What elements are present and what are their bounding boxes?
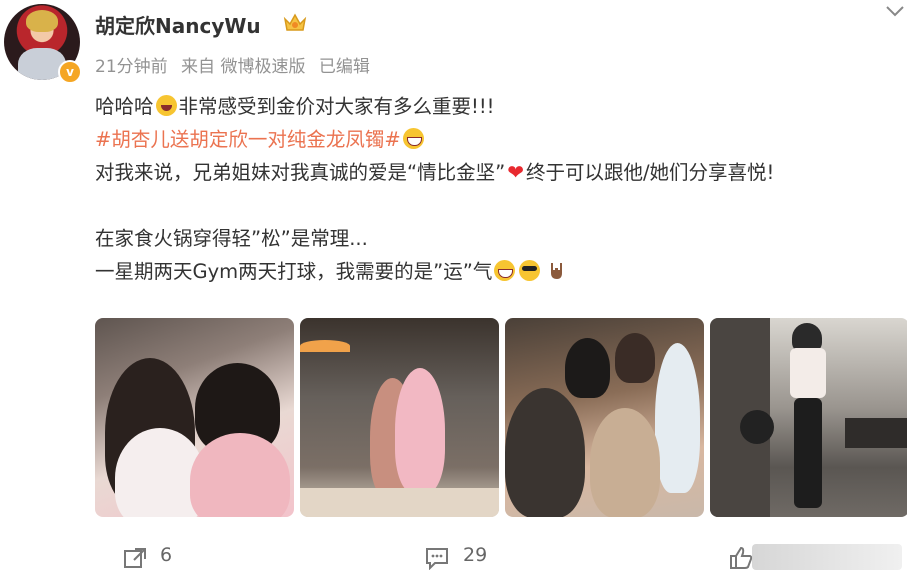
topic-link[interactable]: #胡杏儿送胡定欣一对纯金龙凤镯# (95, 128, 401, 151)
post-footer: 6 29 (0, 530, 907, 577)
post-content: 哈哈哈 非常感受到金价对大家有多么重要!!! #胡杏儿送胡定欣一对纯金龙凤镯# 对… (95, 90, 774, 288)
photo-figure (794, 398, 822, 508)
comment-icon[interactable] (424, 546, 450, 570)
photo-figure (615, 333, 655, 383)
photo-2[interactable] (300, 318, 499, 517)
grin-emoji-icon (494, 260, 516, 281)
photo-1[interactable] (95, 318, 294, 517)
photo-figure (590, 408, 660, 517)
content-text: 在家食火锅穿得轻”松”是常理... (95, 227, 368, 250)
like-icon[interactable] (728, 546, 754, 570)
chevron-down-icon[interactable] (884, 2, 906, 20)
photo-figure (505, 388, 585, 517)
content-line-6: 一星期两天Gym两天打球，我需要的是”运”气 (95, 255, 774, 288)
post-meta: 21分钟前 来自 微博极速版 已编辑 (95, 52, 378, 77)
content-text: 一星期两天Gym两天打球，我需要的是”运”气 (95, 260, 493, 283)
content-text: 对我来说，兄弟姐妹对我真诚的爱是“情比金坚” (95, 161, 506, 184)
photo-4[interactable] (710, 318, 907, 517)
rock-hand-icon (551, 263, 563, 279)
verified-badge-icon: v (58, 60, 82, 84)
post-source: 来自 微博极速版 (181, 57, 306, 77)
photo-figure (655, 343, 700, 493)
content-line-2: #胡杏儿送胡定欣一对纯金龙凤镯# (95, 123, 774, 156)
photo-figure (565, 338, 610, 398)
heart-icon: ❤ (507, 160, 524, 184)
crown-badge-icon[interactable] (282, 12, 308, 34)
repost-count[interactable]: 6 (160, 544, 172, 566)
username[interactable]: 胡定欣NancyWu (95, 10, 261, 39)
photo-figure (395, 368, 445, 493)
content-line-1: 哈哈哈 非常感受到金价对大家有多么重要!!! (95, 90, 774, 123)
comment-count[interactable]: 29 (463, 544, 487, 566)
photo-3[interactable] (505, 318, 704, 517)
content-text: 非常感受到金价对大家有多么重要!!! (178, 95, 495, 118)
content-text: 终于可以跟他/她们分享喜悦! (525, 161, 775, 184)
avatar-hair (26, 10, 58, 32)
medicine-ball (740, 410, 774, 444)
sunglasses-emoji-icon (519, 260, 541, 281)
lamp (300, 340, 350, 352)
gym-bench (845, 418, 907, 448)
content-text: 哈哈哈 (95, 95, 154, 118)
grin-emoji-icon (402, 128, 424, 149)
edited-label[interactable]: 已编辑 (319, 57, 370, 77)
content-line-5: 在家食火锅穿得轻”松”是常理... (95, 222, 774, 255)
content-gap (95, 189, 774, 222)
laugh-emoji-icon (155, 95, 177, 116)
repost-icon[interactable] (122, 546, 148, 570)
like-count-obscured (752, 544, 902, 570)
post-time[interactable]: 21分钟前 (95, 57, 168, 77)
table (300, 488, 499, 517)
photo-figure (790, 348, 826, 398)
photo-figure (190, 433, 290, 517)
content-line-3: 对我来说，兄弟姐妹对我真诚的爱是“情比金坚” ❤ 终于可以跟他/她们分享喜悦! (95, 156, 774, 189)
